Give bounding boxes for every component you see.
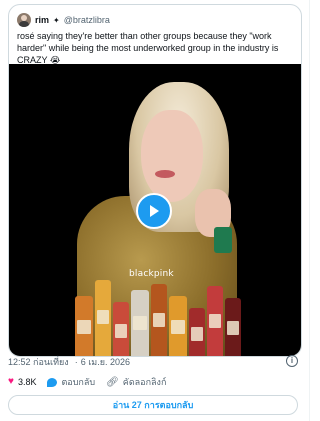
author-display-name[interactable]: rim	[35, 15, 49, 25]
copy-link-label: คัดลอกลิงก์	[122, 377, 167, 387]
video-watermark: blackpink	[129, 269, 174, 279]
video-green-tag	[214, 227, 232, 253]
video-media[interactable]: blackpink	[9, 64, 301, 356]
video-figure-face	[141, 110, 203, 202]
quoted-tweet-card[interactable]: rim ✦ @bratzlibra rosé saying they're be…	[8, 4, 302, 357]
hot-sauce-bottle	[207, 286, 223, 356]
copy-link-button[interactable]: 🔗︎ คัดลอกลิงก์	[106, 375, 166, 389]
hot-sauce-bottle	[151, 284, 167, 356]
reply-label: ตอบกลับ	[61, 377, 96, 387]
quoted-tweet-header: rim ✦ @bratzlibra	[17, 12, 110, 28]
hot-sauce-bottle	[131, 290, 149, 356]
tweet-time[interactable]: 12:52 ก่อนเที่ยง	[8, 355, 69, 369]
tweet-timestamp-row: 12:52 ก่อนเที่ยง · 6 เม.ย. 2026 i	[8, 355, 302, 369]
hot-sauce-bottle	[75, 296, 93, 356]
avatar[interactable]	[17, 13, 31, 27]
hot-sauce-bottle	[225, 298, 241, 356]
tweet-date[interactable]: 6 เม.ย. 2026	[81, 355, 130, 369]
play-icon	[150, 205, 159, 217]
quoted-tweet-text: rosé saying they're better than other gr…	[17, 31, 279, 65]
hot-sauce-bottle	[95, 280, 111, 356]
reply-icon	[47, 377, 58, 387]
heart-icon: ♥	[8, 376, 14, 387]
reply-button[interactable]: ตอบกลับ	[47, 375, 95, 389]
like-button[interactable]: ♥ 3.8K	[8, 376, 37, 388]
hot-sauce-bottle	[189, 308, 205, 356]
tweet-actions: ♥ 3.8K ตอบกลับ 🔗︎ คัดลอกลิงก์	[8, 375, 166, 389]
read-replies-button[interactable]: อ่าน 27 การตอบกลับ	[8, 395, 298, 415]
like-count: 3.8K	[17, 377, 37, 387]
name-badge-icon: ✦	[53, 15, 60, 25]
video-figure-lips	[155, 170, 175, 178]
tweet-detail-view: rim ✦ @bratzlibra rosé saying they're be…	[0, 0, 320, 421]
info-icon[interactable]: i	[286, 355, 298, 367]
author-handle[interactable]: @bratzlibra	[64, 15, 110, 25]
column-divider	[309, 0, 310, 421]
play-button[interactable]	[136, 193, 172, 229]
meta-separator: ·	[74, 357, 78, 367]
hot-sauce-bottle	[169, 296, 187, 356]
hot-sauce-bottle	[113, 302, 129, 356]
link-icon: 🔗︎	[106, 376, 119, 388]
